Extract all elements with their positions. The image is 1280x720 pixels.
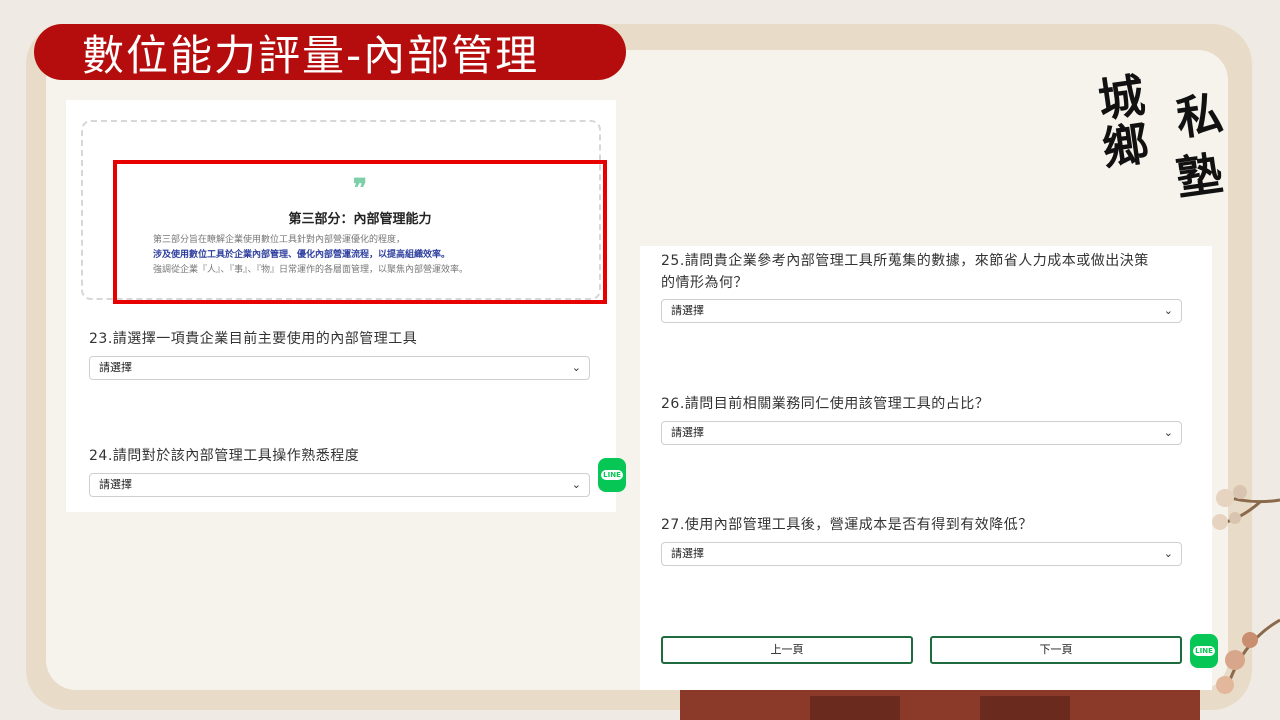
form-panel-left: ❞ 第三部分：內部管理能力 第三部分旨在瞭解企業使用數位工具針對內部營運優化的程… [66,100,616,512]
chevron-down-icon: ⌄ [1163,304,1173,317]
question-23-select-value: 請選擇 [99,361,132,374]
intro-line-2: 涉及使用數位工具於企業內部管理、優化內部營運流程，以提高組織效率。 [153,250,451,260]
line-chat-icon: LINE [1193,646,1215,656]
calligraphy-logo: 城 鄉 私 塾 [1094,58,1244,208]
chevron-down-icon: ⌄ [571,361,581,374]
form-panel-right: 25.請問貴企業參考內部管理工具所蒐集的數據，來節省人力成本或做出決策 的情形為… [640,246,1212,690]
chevron-down-icon: ⌄ [1163,426,1173,439]
quote-icon: ❞ [353,174,367,204]
question-27-label: 27.使用內部管理工具後，營運成本是否有得到有效降低？ [661,517,1033,533]
section-title: 第三部分：內部管理能力 [288,212,432,227]
logo-char-2: 鄉 [1098,116,1152,176]
line-chat-icon: LINE [601,470,623,480]
page-title-banner: 數位能力評量-內部管理 [34,24,626,80]
tree-branch-decoration [1212,485,1280,530]
question-23-label: 23.請選擇一項貴企業目前主要使用的內部管理工具 [89,331,418,347]
intro-line-3: 強調從企業『人』、『事』、『物』日常運作的各層面管理，以聚焦內部營運效率。 [153,265,469,275]
next-page-button[interactable]: 下一頁 [930,636,1182,664]
question-25-label-line2: 的情形為何？ [661,275,748,291]
page-title: 數位能力評量-內部管理 [82,30,540,80]
line-chat-button-right[interactable]: LINE [1190,634,1218,668]
question-24-select[interactable]: 請選擇 ⌄ [89,473,590,497]
chevron-down-icon: ⌄ [1163,547,1173,560]
question-24-select-value: 請選擇 [99,478,132,491]
question-25-select[interactable]: 請選擇 ⌄ [661,299,1182,323]
highlight-frame: ❞ 第三部分：內部管理能力 第三部分旨在瞭解企業使用數位工具針對內部營運優化的程… [113,160,607,304]
question-25-select-value: 請選擇 [671,304,704,317]
question-26-select-value: 請選擇 [671,426,704,439]
building-decoration [680,690,1200,720]
question-26-label: 26.請問目前相關業務同仁使用該管理工具的占比？ [661,396,990,412]
logo-char-4: 塾 [1172,146,1226,206]
intro-line-1: 第三部分旨在瞭解企業使用數位工具針對內部營運優化的程度， [153,235,406,245]
section-intro-card: ❞ 第三部分：內部管理能力 第三部分旨在瞭解企業使用數位工具針對內部營運優化的程… [81,120,607,304]
question-24-label: 24.請問對於該內部管理工具操作熟悉程度 [89,448,360,464]
chevron-down-icon: ⌄ [571,478,581,491]
line-chat-button[interactable]: LINE [598,458,626,492]
question-26-select[interactable]: 請選擇 ⌄ [661,421,1182,445]
question-23-select[interactable]: 請選擇 ⌄ [89,356,590,380]
question-27-select-value: 請選擇 [671,547,704,560]
logo-char-3: 私 [1172,86,1226,146]
question-27-select[interactable]: 請選擇 ⌄ [661,542,1182,566]
question-25-label-line1: 25.請問貴企業參考內部管理工具所蒐集的數據，來節省人力成本或做出決策 [661,253,1149,269]
prev-page-button[interactable]: 上一頁 [661,636,913,664]
